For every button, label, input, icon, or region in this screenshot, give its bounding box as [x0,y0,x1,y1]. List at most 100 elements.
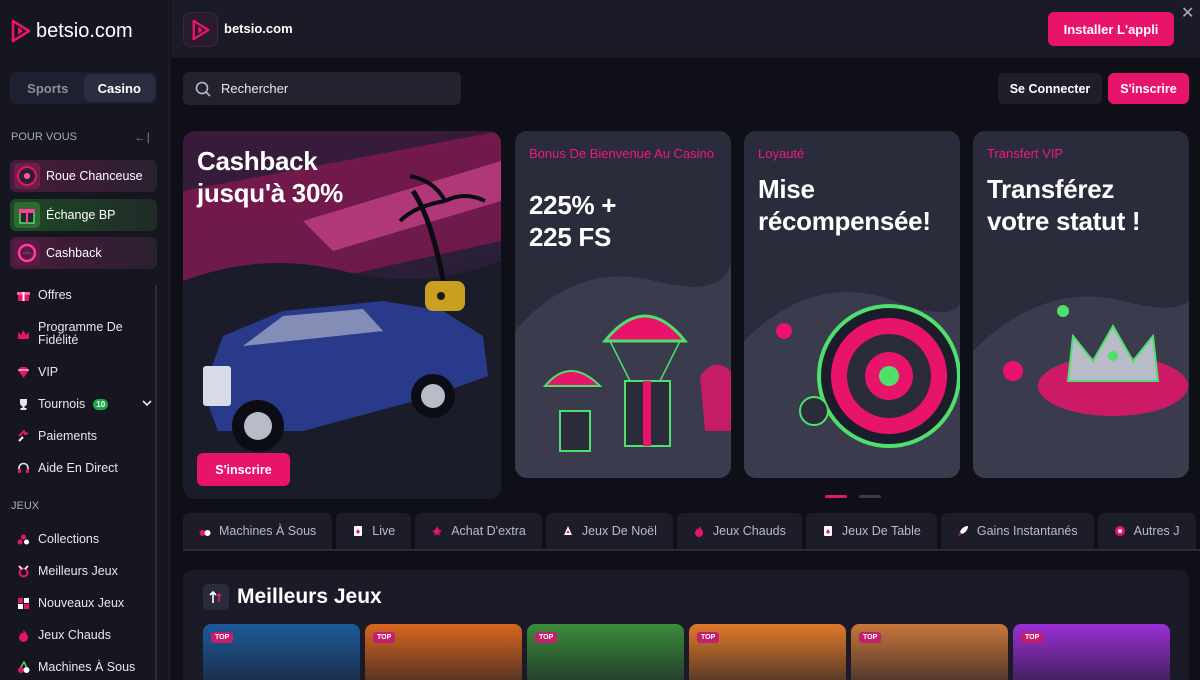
signup-button[interactable]: S'inscrire [1108,73,1189,104]
tab-slots[interactable]: Machines À Sous [183,513,333,549]
sports-tab[interactable]: Sports [12,74,84,102]
sidebar-item-label: Machines À Sous [38,660,136,674]
game-tile[interactable]: TOP [689,624,846,680]
banner-cashback[interactable]: Cashback jusqu'à 30% S'inscrire [183,131,501,499]
logo-icon [11,19,31,43]
brand-name: betsio.com [36,19,133,42]
sidebar-item-label: Collections [38,532,100,546]
sidebar-item-collections[interactable]: Collections [17,532,152,546]
promo-label: Roue Chanceuse [46,169,143,183]
chevron-down-icon[interactable] [142,397,152,411]
banner-title-line: Transférez [987,174,1115,204]
install-app-button[interactable]: Installer L'appli [1048,12,1174,46]
banner-vip-transfer[interactable]: Transfert VIP Transférez votre statut ! [973,131,1189,478]
tab-extra-buy[interactable]: Achat D'extra [415,513,542,549]
banner-welcome-bonus[interactable]: Bonus De Bienvenue Au Casino 225% + 225 … [515,131,731,478]
sidebar-item-label: Programme De Fidélité [38,320,123,347]
slots-icon [199,525,211,537]
banner-title-line: Cashback [197,146,318,176]
search-placeholder: Rechercher [221,81,289,96]
sidebar-item-label: Offres [38,288,72,302]
sidebar-item-loyalty[interactable]: Programme De Fidélité [17,321,152,347]
banner-subtitle: Bonus De Bienvenue Au Casino [529,146,715,161]
tab-christmas-games[interactable]: Jeux De Noël [545,513,673,549]
promo-label: Cashback [46,246,102,260]
tab-live[interactable]: Live [336,513,412,549]
banner-subtitle: Transfert VIP [987,146,1064,161]
sidebar-item-vip[interactable]: VIP [17,365,152,379]
sidebar-item-label: Nouveaux Jeux [38,596,125,610]
game-tile[interactable]: TOP [527,624,684,680]
banner-title-line: jusqu'à 30% [197,178,343,208]
sidebar-item-payments[interactable]: Paiements [17,429,152,443]
slots-icon [17,660,30,674]
sidebar-item-label: VIP [38,365,59,379]
for-you-heading: POUR VOUS ←∣ [11,131,151,144]
sidebar-item-tournaments[interactable]: Tournois 10 [17,397,152,411]
tab-label: Autres J [1133,524,1180,538]
brand-logo[interactable]: betsio.com [10,19,133,43]
top-badge: TOP [697,632,720,643]
sidebar-scrollbar[interactable] [155,285,157,680]
banner-title-line: 225 FS [529,222,612,252]
promo-bp-exchange[interactable]: Échange BP [10,199,157,231]
login-button[interactable]: Se Connecter [998,73,1102,104]
collapse-sidebar-icon[interactable]: ←∣ [135,131,152,144]
tab-other-games[interactable]: Autres J [1097,513,1196,549]
cashback-icon [14,240,40,266]
top-badge: TOP [373,632,396,643]
trophy-icon [17,398,30,411]
sidebar-item-slots[interactable]: Machines À Sous [17,660,152,674]
games-heading-label: JEUX [11,500,40,512]
game-tile[interactable]: TOP [203,624,360,680]
gift-icon [17,289,30,302]
best-games-section: Meilleurs Jeux TOP TOP TOP TOP TOP TOP [183,570,1189,680]
banner-title: Transférez votre statut ! [987,173,1141,237]
banner-title-line: récompensée! [758,206,931,236]
tab-table-games[interactable]: Jeux De Table [805,513,937,549]
banner-title-line: votre statut ! [987,206,1141,236]
sidebar-item-live-help[interactable]: Aide En Direct [17,461,152,475]
banner-title: 225% + 225 FS [529,189,616,253]
sidebar-item-label: Jeux Chauds [38,628,111,642]
tab-hot-games[interactable]: Jeux Chauds [676,513,802,549]
banner-loyalty[interactable]: Loyauté Mise récompensée! [744,131,960,478]
game-tile[interactable]: TOP [851,624,1008,680]
promo-label: Échange BP [46,208,116,222]
search-icon [195,81,211,97]
tab-label: Achat D'extra [451,524,526,538]
carousel-dot[interactable] [859,495,881,498]
app-name: betsio.com [224,21,293,36]
game-tile[interactable]: TOP [365,624,522,680]
promo-cashback[interactable]: Cashback [10,237,157,269]
wheel-icon [14,163,40,189]
sidebar-item-offers[interactable]: Offres [17,288,152,302]
game-tile[interactable]: TOP [1013,624,1170,680]
promo-lucky-wheel[interactable]: Roue Chanceuse [10,160,157,192]
tab-instant-wins[interactable]: Gains Instantanés [940,513,1094,549]
diamond-icon [17,366,30,379]
tab-label: Jeux Chauds [712,524,786,538]
tab-label: Live [372,524,396,538]
sidebar-item-best-games[interactable]: Meilleurs Jeux [17,564,152,578]
parachute-gifts-illustration [515,251,731,478]
crown-icon [17,328,30,341]
tournaments-count-badge: 10 [93,398,109,410]
chip-icon [1114,525,1126,537]
banner-title: Cashback jusqu'à 30% [197,145,343,209]
sidebar-item-new-games[interactable]: Nouveaux Jeux [17,596,152,610]
carousel-pagination [825,495,881,498]
new-games-icon [17,597,30,610]
category-tabs: Machines À Sous Live Achat D'extra Jeux … [183,513,1200,551]
card-icon [822,525,834,537]
search-input[interactable]: Rechercher [183,72,461,105]
sidebar-item-hot-games[interactable]: Jeux Chauds [17,628,152,642]
casino-tab[interactable]: Casino [83,74,155,102]
tab-label: Gains Instantanés [976,524,1078,538]
banner-signup-button[interactable]: S'inscrire [197,453,290,486]
install-app-bar: betsio.com Installer L'appli ✕ [171,0,1200,58]
best-games-icon [17,564,30,578]
carousel-dot-active[interactable] [825,495,847,498]
close-icon[interactable]: ✕ [1181,3,1194,23]
card-icon [352,525,364,537]
